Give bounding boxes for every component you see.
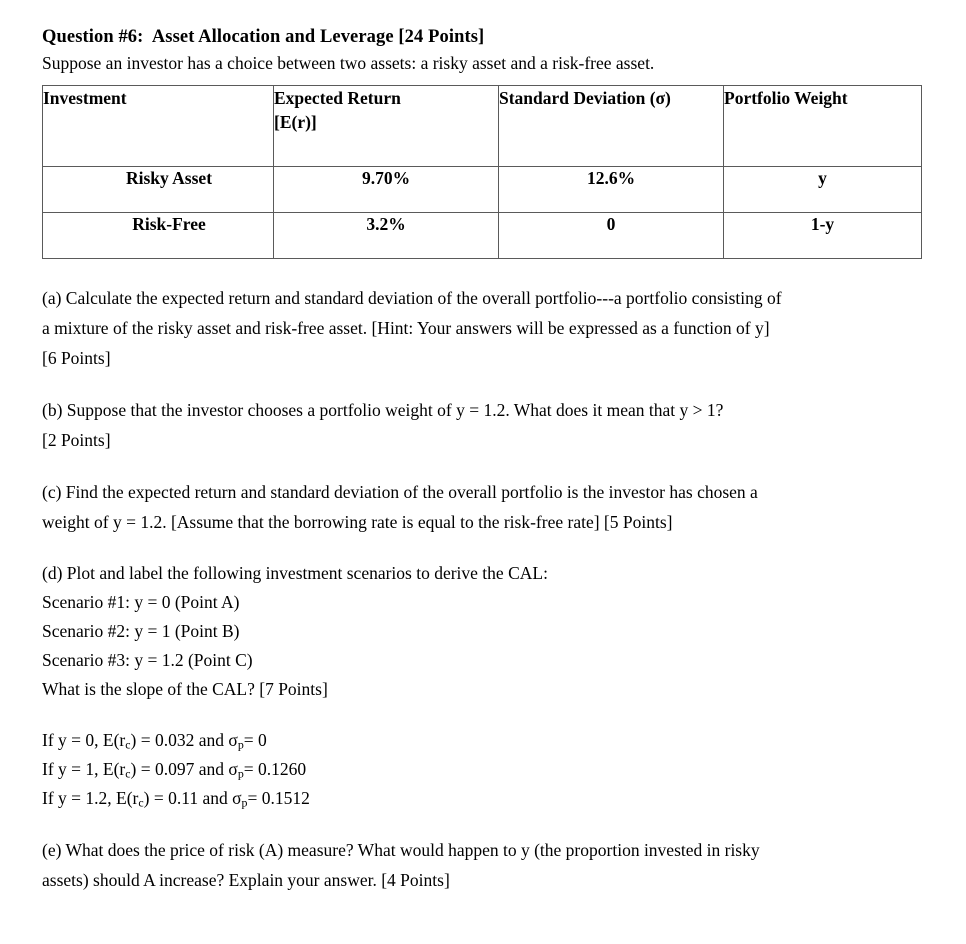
header-portfolio-weight: Portfolio Weight bbox=[723, 85, 922, 167]
equation-suffix: = 0 bbox=[243, 730, 267, 750]
equation-prefix: If y = 1, E(r bbox=[42, 759, 126, 779]
part-d-line-1: (d) Plot and label the following investm… bbox=[42, 563, 548, 583]
equation-line: If y = 1, E(rc) = 0.097 and σp= 0.1260 bbox=[42, 755, 926, 784]
document-page: Question #6: Asset Allocation and Levera… bbox=[0, 0, 966, 944]
part-e-line-2: assets) should A increase? Explain your … bbox=[42, 870, 450, 890]
part-e-line-1: (e) What does the price of risk (A) meas… bbox=[42, 840, 760, 860]
equation-suffix: = 0.1512 bbox=[247, 788, 310, 808]
table-header-row: Investment Expected Return [E(r)] Standa… bbox=[42, 85, 922, 167]
cell-portfolio-weight: y bbox=[723, 166, 922, 213]
equation-line: If y = 1.2, E(rc) = 0.11 and σp= 0.1512 bbox=[42, 784, 926, 813]
cell-investment-name: Risky Asset bbox=[42, 166, 274, 213]
cal-slope-question: What is the slope of the CAL? [7 Points] bbox=[42, 679, 328, 699]
part-a: (a) Calculate the expected return and st… bbox=[42, 283, 926, 373]
cell-investment-name: Risk-Free bbox=[42, 212, 274, 259]
part-c: (c) Find the expected return and standar… bbox=[42, 477, 926, 537]
header-er-post: )] bbox=[305, 112, 317, 132]
header-expected-return-formula: [E(r)] bbox=[274, 110, 498, 134]
header-investment: Investment bbox=[42, 85, 274, 167]
header-investment-label: Investment bbox=[43, 88, 127, 108]
table-row: Risky Asset 9.70% 12.6% y bbox=[42, 166, 922, 213]
part-c-line-2: weight of y = 1.2. [Assume that the borr… bbox=[42, 512, 673, 532]
header-expected-return-label: Expected Return bbox=[274, 88, 401, 108]
cell-standard-deviation: 0 bbox=[498, 212, 724, 259]
page-title: Question #6: Asset Allocation and Levera… bbox=[42, 27, 485, 47]
header-standard-deviation-label: Standard Deviation (σ) bbox=[499, 88, 671, 108]
scenario-3: Scenario #3: y = 1.2 (Point C) bbox=[42, 650, 253, 670]
part-b-line-1: (b) Suppose that the investor chooses a … bbox=[42, 400, 724, 420]
equation-block: If y = 0, E(rc) = 0.032 and σp= 0 If y =… bbox=[42, 726, 926, 813]
part-a-points: [6 Points] bbox=[42, 348, 111, 368]
equation-mid: ) = 0.032 and σ bbox=[130, 730, 238, 750]
part-d: (d) Plot and label the following investm… bbox=[42, 559, 926, 704]
cell-expected-return: 9.70% bbox=[273, 166, 499, 213]
part-c-line-1: (c) Find the expected return and standar… bbox=[42, 482, 758, 502]
table-row: Risk-Free 3.2% 0 1-y bbox=[42, 212, 922, 259]
equation-line: If y = 0, E(rc) = 0.032 and σp= 0 bbox=[42, 726, 926, 755]
equation-suffix: = 0.1260 bbox=[243, 759, 307, 779]
header-er-pre: [E(r bbox=[274, 112, 306, 132]
equation-mid: ) = 0.11 and σ bbox=[143, 788, 242, 808]
cell-portfolio-weight: 1-y bbox=[723, 212, 922, 259]
part-a-line-1: (a) Calculate the expected return and st… bbox=[42, 288, 782, 308]
part-a-line-2: a mixture of the risky asset and risk-fr… bbox=[42, 318, 770, 338]
equation-prefix: If y = 1.2, E(r bbox=[42, 788, 139, 808]
intro-paragraph: Suppose an investor has a choice between… bbox=[42, 53, 655, 73]
header-portfolio-weight-label: Portfolio Weight bbox=[724, 88, 848, 108]
header-standard-deviation: Standard Deviation (σ) bbox=[498, 85, 724, 167]
asset-allocation-table: Investment Expected Return [E(r)] Standa… bbox=[42, 85, 922, 259]
part-b: (b) Suppose that the investor chooses a … bbox=[42, 395, 926, 455]
equation-prefix: If y = 0, E(r bbox=[42, 730, 126, 750]
equation-mid: ) = 0.097 and σ bbox=[130, 759, 238, 779]
scenario-1: Scenario #1: y = 0 (Point A) bbox=[42, 592, 240, 612]
cell-expected-return: 3.2% bbox=[273, 212, 499, 259]
header-expected-return: Expected Return [E(r)] bbox=[273, 85, 499, 167]
scenario-2: Scenario #2: y = 1 (Point B) bbox=[42, 621, 240, 641]
cell-standard-deviation: 12.6% bbox=[498, 166, 724, 213]
part-e: (e) What does the price of risk (A) meas… bbox=[42, 835, 926, 895]
part-b-points: [2 Points] bbox=[42, 430, 111, 450]
